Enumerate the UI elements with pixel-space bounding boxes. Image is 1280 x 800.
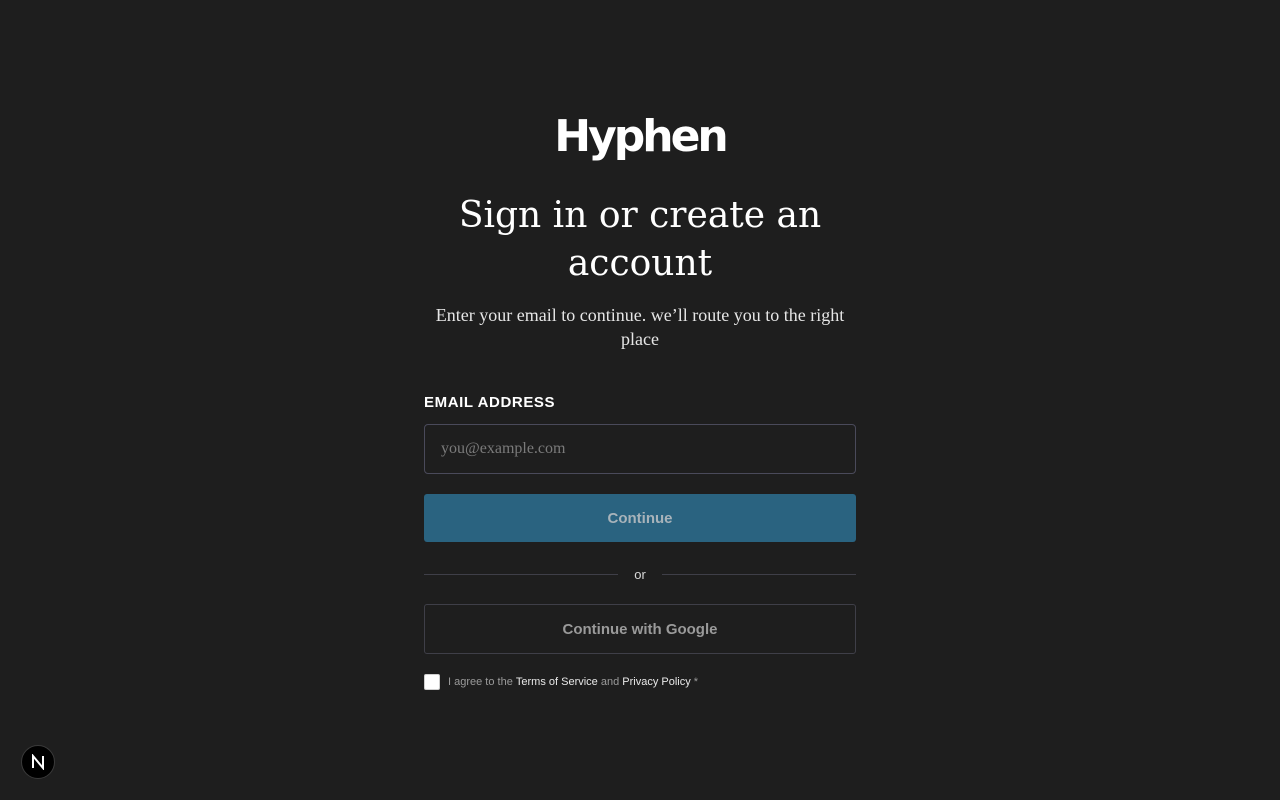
- sign-in-page: Hyphen Sign in or create an account Ente…: [0, 0, 1280, 800]
- divider-text: or: [634, 566, 646, 582]
- page-subtitle: Enter your email to continue. we’ll rout…: [435, 305, 845, 349]
- or-divider: or: [424, 564, 856, 584]
- hyphen-logo: Hyphen: [554, 111, 729, 162]
- continue-with-google-button[interactable]: Continue with Google: [424, 604, 856, 654]
- page-title: Sign in or create an account: [458, 195, 822, 284]
- required-mark: *: [690, 676, 699, 688]
- continue-button[interactable]: Continue: [424, 494, 856, 542]
- divider-line-left: [424, 573, 618, 575]
- sign-in-form: EMAIL ADDRESS Continue or Continue with …: [424, 392, 856, 690]
- agree-checkbox[interactable]: [424, 674, 440, 690]
- divider-line-right: [662, 573, 856, 575]
- terms-agreement: I agree to the Terms of Service and Priv…: [424, 674, 856, 690]
- agree-prefix: I agree to the: [448, 676, 516, 688]
- email-input[interactable]: [424, 424, 856, 474]
- dev-tools-badge[interactable]: [21, 745, 55, 779]
- terms-of-service-link[interactable]: Terms of Service: [516, 676, 598, 688]
- n-logo-icon: [32, 754, 44, 770]
- email-label: EMAIL ADDRESS: [424, 394, 556, 411]
- privacy-policy-link[interactable]: Privacy Policy: [622, 676, 690, 688]
- agree-middle: and: [597, 676, 623, 688]
